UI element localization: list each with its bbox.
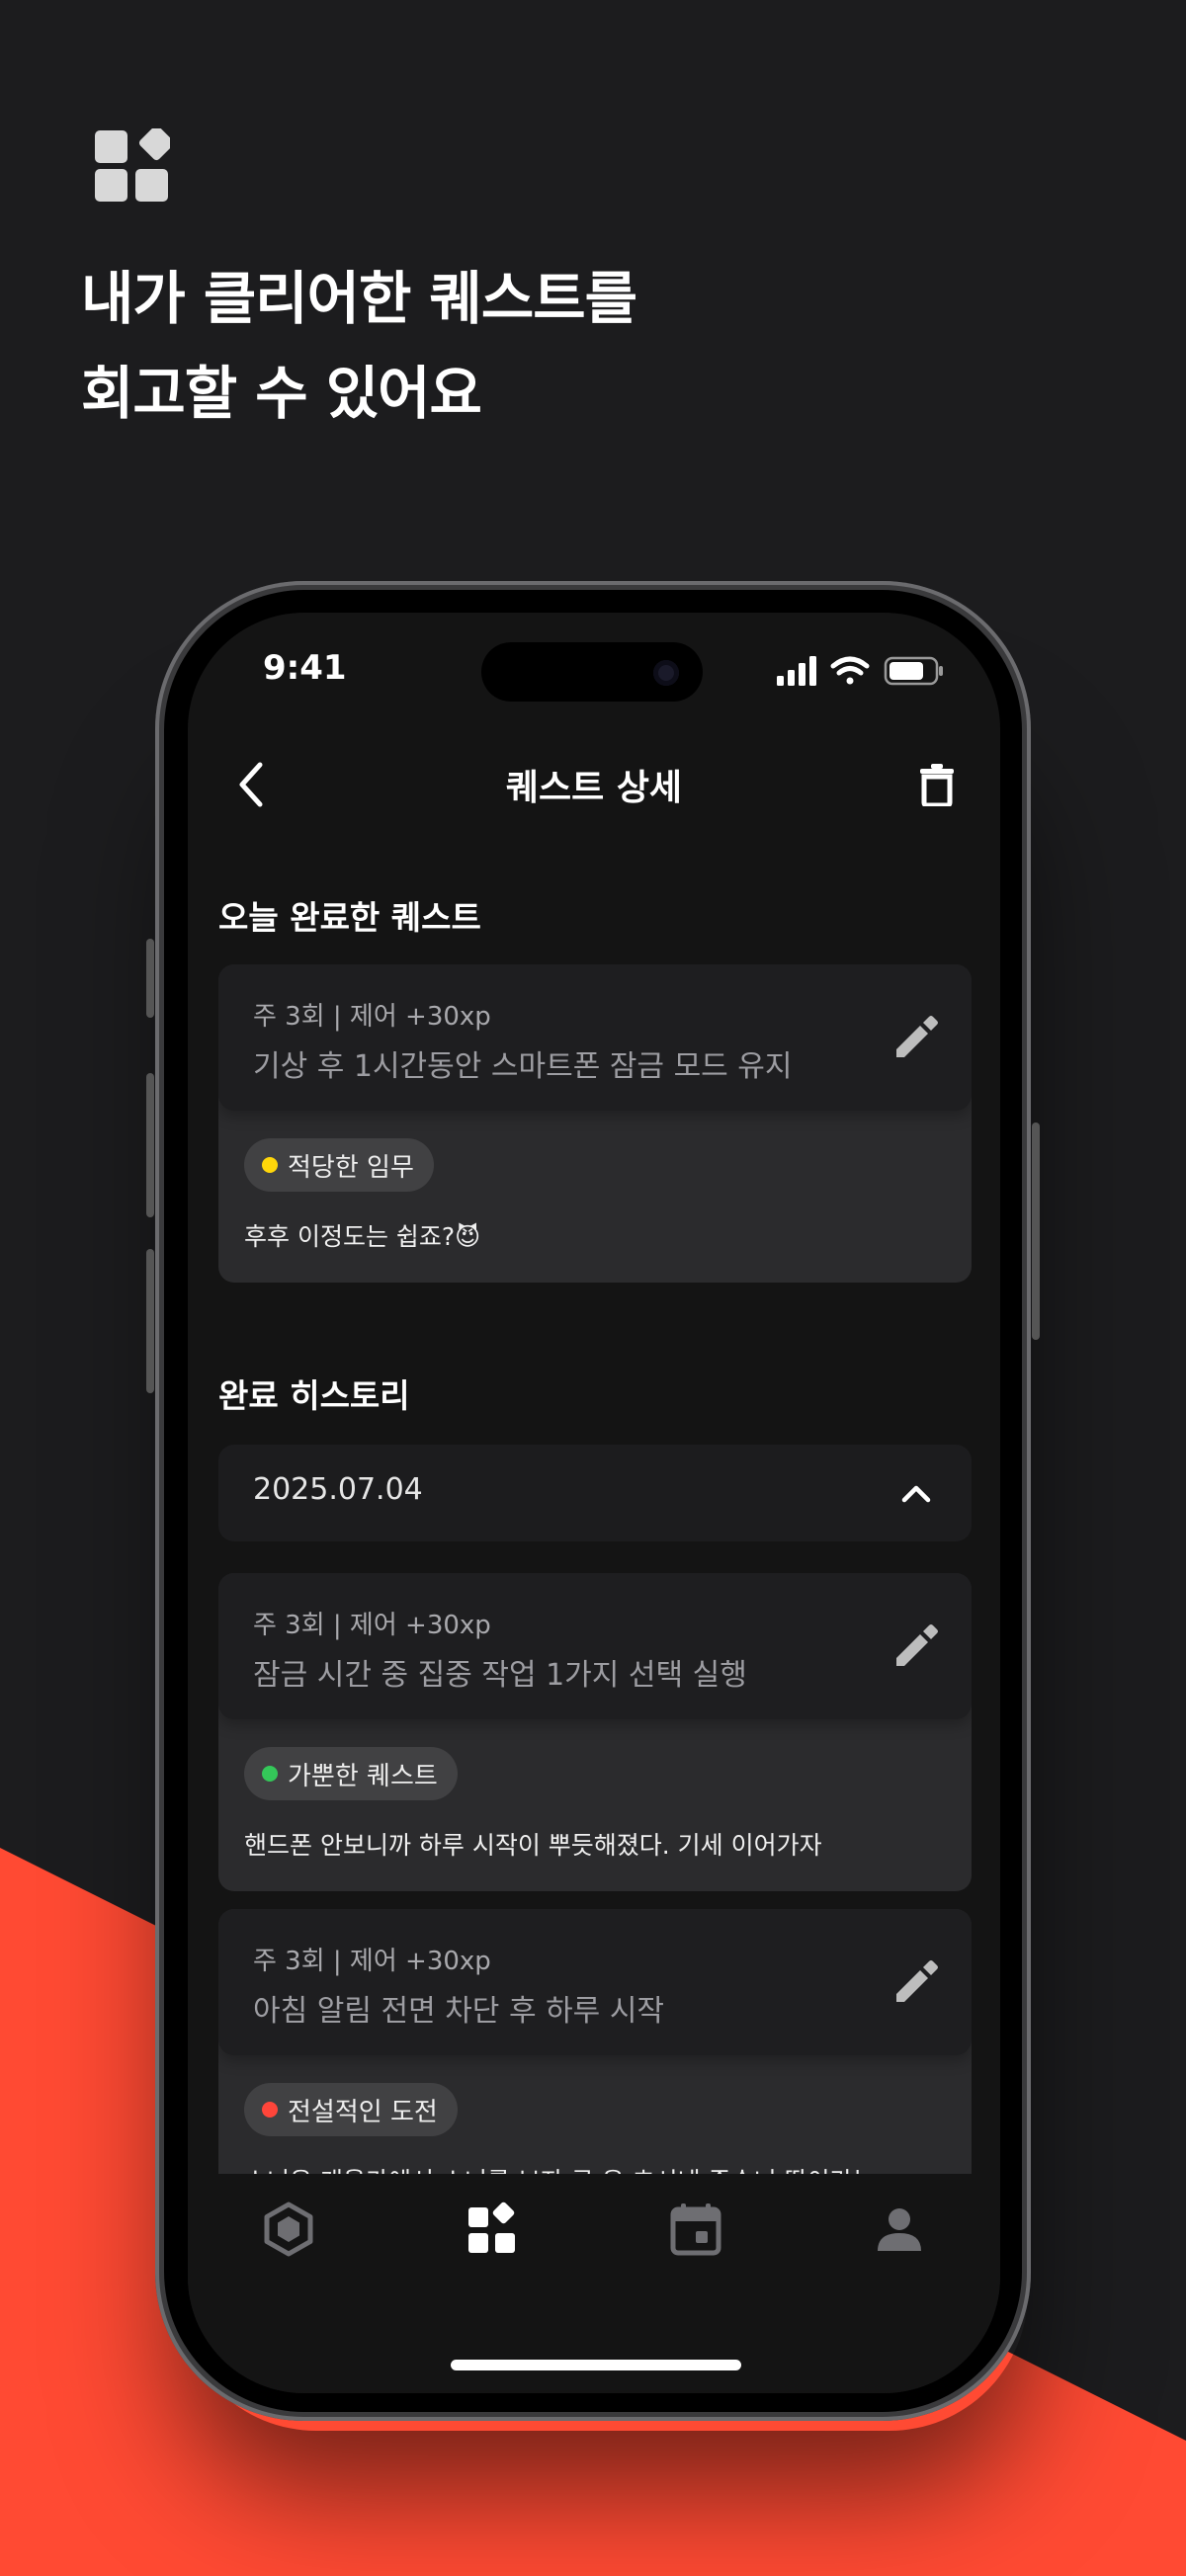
signal-icon bbox=[777, 656, 816, 686]
quest-title: 잠금 시간 중 집중 작업 1가지 선택 실행 bbox=[253, 1658, 747, 1693]
history-date-dropdown[interactable]: 2025.07.04 bbox=[218, 1445, 972, 1541]
phone-volume-down-button bbox=[146, 1249, 154, 1393]
badge-label: 가뿐한 퀘스트 bbox=[288, 1761, 438, 1791]
promo-headline: 내가 클리어한 퀘스트를 회고할 수 있어요 bbox=[81, 251, 637, 441]
status-time: 9:41 bbox=[263, 648, 347, 688]
quest-card-header: 주 3회 | 제어 +30xp 아침 알림 전면 차단 후 하루 시작 bbox=[218, 1909, 972, 2055]
quest-card-body: 적당한 임무 후후 이정도는 쉽죠?😈 bbox=[218, 1111, 972, 1253]
phone-volume-up-button bbox=[146, 1073, 154, 1217]
chevron-up-icon bbox=[901, 1485, 931, 1503]
status-icons bbox=[777, 656, 943, 686]
badge-dot-icon bbox=[262, 1157, 278, 1173]
quest-note: 핸드폰 안보니까 하루 시작이 뿌듯해졌다. 기세 이어가자 bbox=[244, 1831, 822, 1860]
navigation-bar: 퀘스트 상세 bbox=[188, 741, 1000, 830]
calendar-icon[interactable] bbox=[666, 2200, 725, 2259]
quest-title: 아침 알림 전면 차단 후 하루 시작 bbox=[253, 1994, 665, 2029]
hexagon-icon[interactable] bbox=[259, 2200, 318, 2259]
difficulty-badge: 가뿐한 퀘스트 bbox=[244, 1747, 458, 1800]
history-section-title: 완료 히스토리 bbox=[218, 1376, 410, 1415]
phone-screen: 9:41 퀘스트 상세 오늘 완료한 퀘스트 주 3회 | 제어 +30xp 기… bbox=[188, 613, 1000, 2393]
badge-label: 전설적인 도전 bbox=[288, 2097, 438, 2127]
today-quest-card[interactable]: 주 3회 | 제어 +30xp 기상 후 1시간동안 스마트폰 잠금 모드 유지… bbox=[218, 964, 972, 1283]
promo-headline-line2: 회고할 수 있어요 bbox=[81, 360, 482, 427]
quest-meta: 주 3회 | 제어 +30xp bbox=[253, 1611, 491, 1640]
difficulty-badge: 적당한 임무 bbox=[244, 1138, 434, 1192]
quest-meta: 주 3회 | 제어 +30xp bbox=[253, 1947, 491, 1976]
history-date: 2025.07.04 bbox=[253, 1472, 423, 1507]
pencil-icon[interactable] bbox=[890, 1012, 942, 1063]
history-quest-card[interactable]: 주 3회 | 제어 +30xp 잠금 시간 중 집중 작업 1가지 선택 실행 … bbox=[218, 1573, 972, 1891]
difficulty-badge: 전설적인 도전 bbox=[244, 2083, 458, 2136]
delete-button[interactable] bbox=[907, 755, 967, 814]
quest-card-body: 가뿐한 퀘스트 핸드폰 안보니까 하루 시작이 뿌듯해졌다. 기세 이어가자 bbox=[218, 1719, 972, 1862]
status-bar: 9:41 bbox=[188, 613, 1000, 731]
quest-title: 기상 후 1시간동안 스마트폰 잠금 모드 유지 bbox=[253, 1049, 793, 1084]
quest-card-header: 주 3회 | 제어 +30xp 잠금 시간 중 집중 작업 1가지 선택 실행 bbox=[218, 1573, 972, 1719]
battery-icon bbox=[884, 656, 943, 686]
quest-meta: 주 3회 | 제어 +30xp bbox=[253, 1002, 491, 1032]
quest-note: 후후 이정도는 쉽죠?😈 bbox=[244, 1222, 481, 1251]
trash-icon bbox=[920, 764, 954, 806]
front-camera-icon bbox=[653, 660, 679, 686]
quest-card-header: 주 3회 | 제어 +30xp 기상 후 1시간동안 스마트폰 잠금 모드 유지 bbox=[218, 964, 972, 1111]
page-title: 퀘스트 상세 bbox=[505, 768, 683, 808]
app-grid-diamond-icon bbox=[95, 128, 170, 202]
grid-icon[interactable] bbox=[463, 2200, 522, 2259]
home-indicator[interactable] bbox=[451, 2360, 741, 2370]
dynamic-island bbox=[481, 642, 703, 702]
badge-dot-icon bbox=[262, 2102, 278, 2118]
pencil-icon[interactable] bbox=[890, 1956, 942, 2008]
badge-label: 적당한 임무 bbox=[288, 1152, 414, 1183]
badge-dot-icon bbox=[262, 1766, 278, 1782]
profile-icon[interactable] bbox=[870, 2200, 929, 2259]
today-section-title: 오늘 완료한 퀘스트 bbox=[218, 898, 481, 937]
pencil-icon[interactable] bbox=[890, 1620, 942, 1672]
phone-action-button bbox=[146, 939, 154, 1018]
wifi-icon bbox=[830, 656, 870, 685]
phone-power-button bbox=[1032, 1122, 1040, 1340]
promo-headline-line1: 내가 클리어한 퀘스트를 bbox=[81, 265, 637, 332]
